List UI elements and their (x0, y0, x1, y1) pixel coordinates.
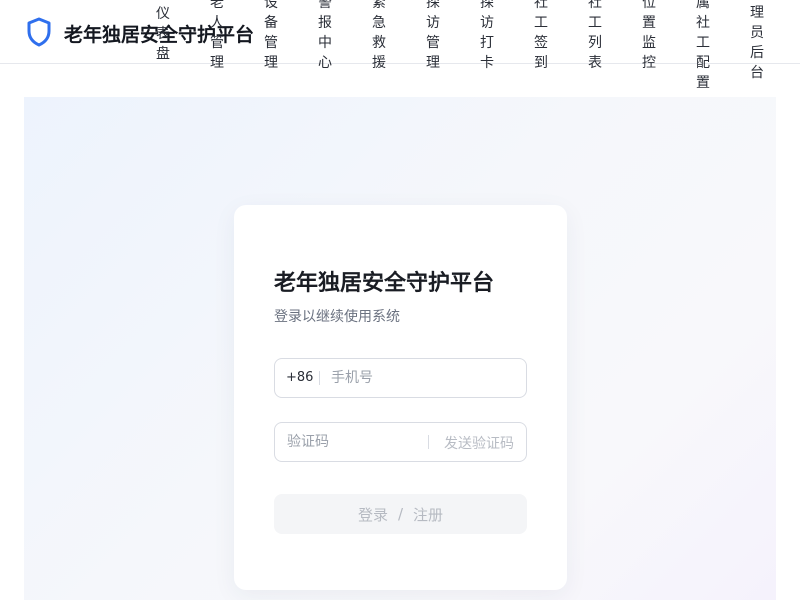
nav-item-worker-list[interactable]: 社工列表 (585, 0, 605, 73)
top-nav-bar: 老年独居安全守护平台 仪表盘 老人管理 设备管理 警报中心 紧急救援 探访管理 … (0, 0, 800, 91)
register-label: 注册 (413, 505, 444, 524)
brand[interactable]: 老年独居安全守护平台 (26, 16, 254, 48)
login-subtitle: 登录以继续使用系统 (274, 309, 400, 325)
login-card: 老年独居安全守护平台 登录以继续使用系统 +86 发送验证码 登录 / 注册 (234, 205, 567, 590)
nav-item-location[interactable]: 位置监控 (639, 0, 659, 73)
nav-item-worker-signin[interactable]: 社工签到 (531, 0, 551, 73)
nav-item-admin[interactable]: 理员后台 (747, 3, 767, 83)
nav-item-emergency[interactable]: 紧急救援 (369, 0, 389, 73)
nav-item-alerts[interactable]: 警报中心 (315, 0, 335, 73)
nav-item-worker-config[interactable]: 属社工配置 (693, 0, 713, 93)
country-code: +86 (286, 370, 314, 385)
nav-item-elderly[interactable]: 老人管理 (207, 0, 227, 73)
login-label: 登录 (357, 505, 388, 524)
divider (428, 435, 429, 449)
divider (319, 371, 320, 385)
login-title: 老年独居安全守护平台 (274, 271, 495, 296)
phone-input[interactable] (331, 360, 516, 396)
label-divider: / (397, 505, 404, 523)
verification-code-input[interactable] (287, 424, 417, 460)
nav-item-devices[interactable]: 设备管理 (261, 0, 281, 73)
shield-icon (27, 17, 51, 47)
login-register-button[interactable]: 登录 / 注册 (274, 494, 527, 534)
phone-field[interactable]: +86 (274, 358, 527, 398)
send-code-button[interactable]: 发送验证码 (444, 433, 514, 453)
nav-item-dashboard[interactable]: 仪表盘 (153, 4, 173, 64)
nav-item-visits[interactable]: 探访管理 (423, 0, 443, 73)
nav-item-visit-checkin[interactable]: 探访打卡 (477, 0, 497, 73)
code-field[interactable]: 发送验证码 (274, 422, 527, 462)
